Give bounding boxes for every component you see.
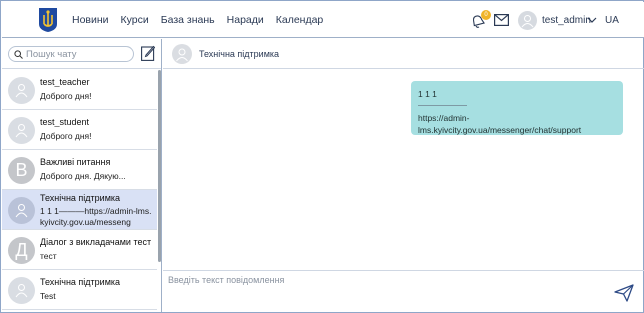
message-composer[interactable]: Введіть текст повідомлення <box>163 270 644 312</box>
search-placeholder: Пошук чату <box>26 49 77 60</box>
chat-name: Технічна підтримка <box>40 277 121 287</box>
search-icon <box>14 50 23 59</box>
chat-list-scrollbar[interactable] <box>158 70 161 262</box>
user-icon <box>15 124 28 138</box>
chat-list-item[interactable]: test_teacher Доброго дня! <box>2 70 157 110</box>
chat-list: test_teacher Доброго дня! test_student Д… <box>2 70 157 310</box>
message-bubble: 1 1 1 ——————— https://admin-lms.kyivcity… <box>411 81 623 135</box>
chat-preview: Доброго дня. Дякую... <box>40 171 126 181</box>
search-row: Пошук чату <box>2 39 161 69</box>
send-icon[interactable] <box>614 284 634 302</box>
user-name[interactable]: test_admin <box>542 15 591 26</box>
chat-avatar <box>8 277 35 304</box>
main-nav: Новини Курси База знань Наради Календар <box>72 14 323 26</box>
chat-list-item-active[interactable]: Технічна підтримка 1 1 1———https://admin… <box>2 190 157 230</box>
user-icon <box>15 204 28 218</box>
nav-news[interactable]: Новини <box>72 14 109 26</box>
app-window: Новини Курси База знань Наради Календар … <box>0 0 644 313</box>
chat-preview: Доброго дня! <box>40 91 92 101</box>
chat-list-item[interactable]: В Важливі питання Доброго дня. Дякую... <box>2 150 157 190</box>
user-icon <box>15 84 28 98</box>
message-line: 1 1 1 <box>418 89 437 99</box>
chat-preview: тест <box>40 251 57 261</box>
chat-avatar-letter: Д <box>8 237 35 264</box>
conversation-panel: Технічна підтримка 1 1 1 ——————— https:/… <box>163 39 644 312</box>
message-area: 1 1 1 ——————— https://admin-lms.kyivcity… <box>163 70 644 269</box>
chat-preview: Доброго дня! <box>40 131 92 141</box>
chat-avatar <box>8 77 35 104</box>
chat-avatar <box>8 117 35 144</box>
nav-meetings[interactable]: Наради <box>227 14 264 26</box>
chat-list-item[interactable]: Д Діалог з викладачами тест тест <box>2 230 157 270</box>
user-icon <box>176 48 188 62</box>
chat-list-panel: Пошук чату test_teacher Доброго дня! tes… <box>2 39 162 312</box>
conversation-avatar <box>172 44 192 64</box>
message-separator: ——————— <box>418 102 467 109</box>
top-navbar: Новини Курси База знань Наради Календар … <box>2 2 644 38</box>
chat-name: Важливі питання <box>40 157 111 167</box>
kyiv-coat-of-arms-logo[interactable] <box>38 7 58 33</box>
chat-search-input[interactable]: Пошук чату <box>8 46 134 62</box>
conversation-title: Технічна підтримка <box>199 49 280 59</box>
mail-icon[interactable] <box>494 14 509 26</box>
chat-list-item[interactable]: Технічна підтримка Test <box>2 270 157 310</box>
chat-avatar <box>8 197 35 224</box>
chat-list-item[interactable]: test_student Доброго дня! <box>2 110 157 150</box>
language-switcher[interactable]: UA <box>605 15 619 26</box>
nav-calendar[interactable]: Календар <box>276 14 324 26</box>
chat-name: test_student <box>40 117 90 127</box>
notification-badge: 0 <box>481 10 491 20</box>
chat-name: Діалог з викладачами тест <box>40 237 152 247</box>
nav-knowledge-base[interactable]: База знань <box>161 14 215 26</box>
chevron-down-icon[interactable] <box>587 15 597 25</box>
message-input-placeholder: Введіть текст повідомлення <box>168 275 285 285</box>
user-avatar[interactable] <box>518 11 537 30</box>
chat-name: test_teacher <box>40 77 90 87</box>
chat-avatar-letter: В <box>8 157 35 184</box>
chat-name: Технічна підтримка <box>40 193 121 203</box>
user-icon <box>15 284 28 298</box>
message-link[interactable]: https://admin-lms.kyivcity.gov.ua/messen… <box>418 112 616 136</box>
user-icon <box>521 15 534 28</box>
new-chat-icon[interactable] <box>141 45 155 61</box>
chat-preview: Test <box>40 291 56 301</box>
chat-preview: 1 1 1———https://admin-lms.kyivcity.gov.u… <box>40 206 152 227</box>
conversation-header: Технічна підтримка <box>163 39 644 69</box>
nav-courses[interactable]: Курси <box>121 14 149 26</box>
